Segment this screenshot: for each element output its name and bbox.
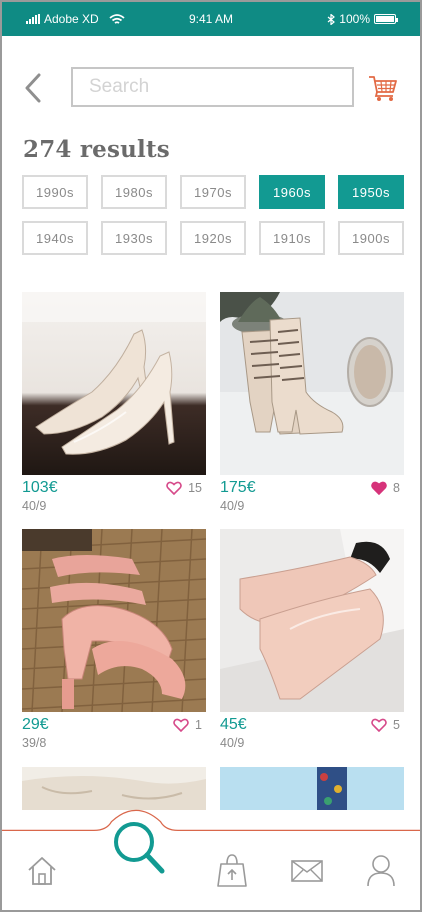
- like-count: 5: [393, 718, 400, 732]
- user-profile-icon[interactable]: [366, 853, 396, 887]
- like-button[interactable]: 8: [371, 481, 400, 495]
- product-size: 40/9: [22, 499, 47, 513]
- product-photo-pink-sandals[interactable]: [22, 529, 206, 712]
- decade-chip-1980s[interactable]: 1980s: [101, 175, 167, 209]
- heart-filled-icon: [371, 481, 387, 495]
- bottom-tab-bar: [2, 762, 420, 910]
- product-card[interactable]: 45€ 40/9 5: [220, 529, 404, 750]
- like-button[interactable]: 5: [371, 718, 400, 732]
- product-price: 103€: [22, 479, 58, 496]
- like-button[interactable]: 1: [173, 718, 202, 732]
- decade-chip-1910s[interactable]: 1910s: [259, 221, 325, 255]
- decade-chip-1960s[interactable]: 1960s: [259, 175, 325, 209]
- decade-chip-1990s[interactable]: 1990s: [22, 175, 88, 209]
- product-photo-pink-slingbacks[interactable]: [220, 529, 404, 712]
- heart-outline-icon: [371, 718, 387, 732]
- like-count: 1: [195, 718, 202, 732]
- decade-filters: 1990s 1980s 1970s 1960s 1950s 1940s 1930…: [22, 175, 404, 255]
- like-count: 8: [393, 481, 400, 495]
- like-count: 15: [188, 481, 202, 495]
- decade-chip-1930s[interactable]: 1930s: [101, 221, 167, 255]
- status-right: 100%: [327, 12, 398, 26]
- decade-chip-1950s[interactable]: 1950s: [338, 175, 404, 209]
- bluetooth-icon: [327, 13, 336, 25]
- product-price: 29€: [22, 716, 49, 733]
- product-card[interactable]: 29€ 39/8 1: [22, 529, 206, 750]
- product-card[interactable]: 103€ 40/9 15: [22, 292, 206, 513]
- product-price: 45€: [220, 716, 247, 733]
- product-photo-laceup-boots[interactable]: [220, 292, 404, 475]
- decade-chip-1920s[interactable]: 1920s: [180, 221, 246, 255]
- back-chevron-icon[interactable]: [22, 72, 44, 104]
- product-size: 40/9: [220, 736, 245, 750]
- decade-chip-1970s[interactable]: 1970s: [180, 175, 246, 209]
- home-icon[interactable]: [26, 855, 58, 887]
- heart-outline-icon: [166, 481, 182, 495]
- product-size: 40/9: [220, 499, 245, 513]
- envelope-icon[interactable]: [290, 859, 324, 883]
- decade-chip-1940s[interactable]: 1940s: [22, 221, 88, 255]
- search-tab-icon[interactable]: [110, 818, 168, 878]
- like-button[interactable]: 15: [166, 481, 202, 495]
- decade-chip-1900s[interactable]: 1900s: [338, 221, 404, 255]
- app-screen: Adobe XD 9:41 AM 100% 274 results 1990s …: [0, 0, 422, 912]
- tab-bar-background: [2, 809, 420, 910]
- results-count: 274 results: [23, 136, 170, 163]
- product-price: 175€: [220, 479, 256, 496]
- product-card[interactable]: 175€ 40/9 8: [220, 292, 404, 513]
- search-input[interactable]: [71, 67, 354, 107]
- shopping-bag-icon[interactable]: [216, 852, 248, 888]
- battery-percent: 100%: [339, 12, 370, 26]
- heart-outline-icon: [173, 718, 189, 732]
- battery-icon: [374, 14, 398, 24]
- product-size: 39/8: [22, 736, 47, 750]
- status-bar: Adobe XD 9:41 AM 100%: [2, 2, 420, 36]
- product-photo-cream-pumps[interactable]: [22, 292, 206, 475]
- shopping-cart-icon[interactable]: [368, 74, 398, 102]
